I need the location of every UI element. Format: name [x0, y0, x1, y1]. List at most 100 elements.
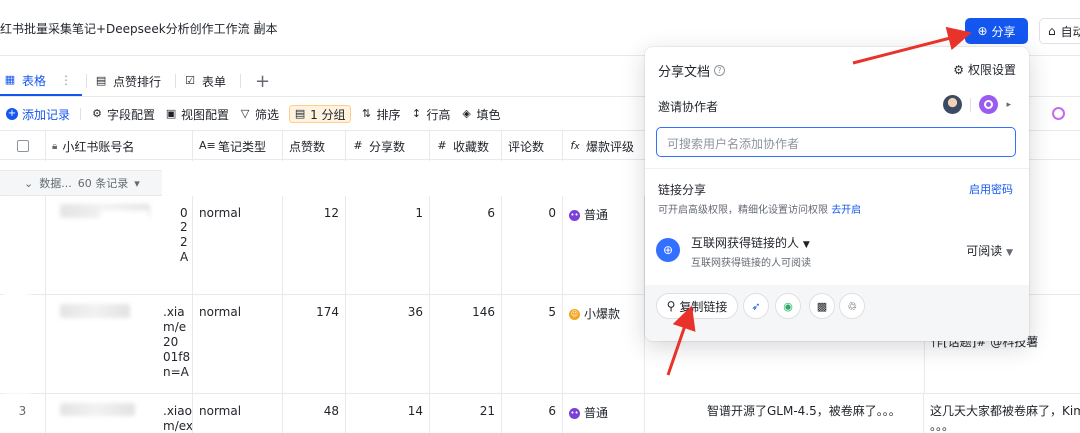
- cell-shares[interactable]: 36: [346, 295, 430, 393]
- globe-icon: ⊕: [656, 238, 680, 262]
- filter-button[interactable]: ▽ 筛选: [239, 106, 279, 123]
- cell-note-type[interactable]: normal: [193, 196, 283, 294]
- cell-comments[interactable]: 6: [502, 394, 563, 433]
- column-header-shares[interactable]: # 分享数: [346, 131, 430, 161]
- tab-grid[interactable]: ▦ 表格 ⋮: [0, 66, 83, 96]
- share-button[interactable]: ⊕ 分享: [965, 18, 1028, 44]
- select-all-checkbox[interactable]: [0, 131, 46, 161]
- column-header-note-type[interactable]: A≡ 笔记类型: [193, 131, 283, 161]
- table-icon: ▤: [95, 74, 107, 87]
- cell-rating[interactable]: •• 普通: [563, 394, 645, 433]
- help-icon[interactable]: ?: [714, 65, 726, 76]
- column-header-likes[interactable]: 点赞数: [283, 131, 346, 161]
- cell-comments[interactable]: 5: [502, 295, 563, 393]
- chevron-right-icon[interactable]: ▸: [1006, 100, 1011, 110]
- tab-divider: [86, 74, 88, 88]
- add-view-button[interactable]: +: [255, 71, 270, 92]
- caret-down-icon: ▾: [134, 176, 140, 190]
- cell-comments[interactable]: 0: [502, 196, 563, 294]
- table-row[interactable]: 3 .xiao m/ex normal 48 14 21 6 •• 普通 智谱开源…: [0, 394, 1080, 433]
- qr-code-icon[interactable]: ▩: [809, 293, 835, 319]
- cell-rating[interactable]: ☺ 小爆款: [563, 295, 645, 393]
- field-config-button[interactable]: ⚙ 字段配置: [91, 106, 155, 123]
- cell-account[interactable]: .xia m/e 20 01f8 n=A: [46, 295, 193, 393]
- view-tabs: ▦ 表格 ⋮ ▤ 点赞排行 ☑ 表单 +: [0, 66, 270, 96]
- enable-password-link[interactable]: 启用密码: [969, 181, 1013, 197]
- go-enable-link[interactable]: 去开启: [831, 205, 861, 216]
- toolbar: + 添加记录 ⚙ 字段配置 ▣ 视图配置 ▽ 筛选 ▤ 1 分组 ⇅ 排序 ↕ …: [6, 104, 501, 124]
- divider: [80, 108, 82, 120]
- robot-icon: ⌂: [1048, 24, 1056, 38]
- cell-likes[interactable]: 174: [283, 295, 346, 393]
- cell-favorites[interactable]: 146: [430, 295, 502, 393]
- row-height-button[interactable]: ↕ 行高: [411, 106, 451, 123]
- permission-settings-button[interactable]: ⚙ 权限设置: [953, 61, 1016, 78]
- tab-likes-ranking[interactable]: ▤ 点赞排行: [91, 66, 171, 96]
- redaction-mask: [100, 210, 150, 230]
- cell-favorites[interactable]: 21: [430, 394, 502, 433]
- plus-icon: +: [6, 108, 18, 120]
- link-icon: ⚲: [666, 299, 676, 313]
- cell-account[interactable]: .xiao m/ex: [46, 394, 193, 433]
- add-record-button[interactable]: + 添加记录: [6, 106, 70, 123]
- cell-likes[interactable]: 12: [283, 196, 346, 294]
- lock-icon: 🔒︎: [52, 140, 58, 152]
- form-icon: ☑: [185, 74, 195, 87]
- redacted-account: [60, 403, 135, 416]
- group-header-row[interactable]: ⌄ 数据... 60 条记录 ▾: [0, 170, 162, 196]
- sort-icon: ⇅: [361, 107, 372, 120]
- fill-color-button[interactable]: ◈ 填色: [461, 106, 500, 123]
- paint-bucket-icon: ◈: [462, 107, 471, 120]
- access-level-dropdown[interactable]: 可阅读 ▼: [966, 242, 1013, 259]
- collaborator-avatars[interactable]: ▸: [943, 95, 1011, 114]
- avatar[interactable]: [943, 95, 963, 114]
- tab-divider: [240, 74, 242, 88]
- more-share-icon[interactable]: ♲: [839, 293, 865, 319]
- cell-shares[interactable]: 14: [346, 394, 430, 433]
- divider: [645, 168, 1029, 169]
- wechat-icon[interactable]: ◉: [775, 293, 801, 319]
- caret-down-icon: ▼: [1006, 248, 1013, 258]
- number-icon: #: [437, 139, 447, 152]
- share-popup-title: 分享文档 ?: [658, 61, 726, 80]
- cell-likes[interactable]: 48: [283, 394, 346, 433]
- rating-icon: ••: [569, 210, 580, 221]
- copy-link-button[interactable]: ⚲ 复制链接: [656, 293, 738, 319]
- more-icon[interactable]: ⋮: [60, 73, 72, 87]
- row-index: 3: [0, 394, 46, 433]
- view-config-button[interactable]: ▣ 视图配置: [165, 106, 229, 123]
- rating-icon: ☺: [569, 309, 580, 320]
- cell-favorites[interactable]: 6: [430, 196, 502, 294]
- filter-icon: ▽: [240, 107, 250, 120]
- tab-form[interactable]: ☑ 表单: [180, 66, 236, 96]
- redacted-account: [60, 304, 130, 318]
- link-access-dropdown[interactable]: 互联网获得链接的人 ▼: [691, 234, 810, 251]
- rating-icon: ••: [569, 408, 580, 419]
- tab-divider: [175, 74, 177, 88]
- link-share-title: 链接分享: [658, 183, 707, 197]
- pin-icon[interactable]: ⊥: [254, 18, 264, 32]
- cell-note-type[interactable]: normal: [193, 295, 283, 393]
- assistant-icon[interactable]: [1052, 107, 1065, 120]
- column-header-comments[interactable]: 评论数: [502, 131, 563, 161]
- row-height-icon: ↕: [411, 107, 422, 120]
- cell-rating[interactable]: •• 普通: [563, 196, 645, 294]
- document-title[interactable]: 红书批量采集笔记+Deepseek分析创作工作流 副本: [0, 20, 277, 37]
- invite-search-input[interactable]: 可搜索用户名添加协作者: [656, 127, 1016, 157]
- group-button[interactable]: ▤ 1 分组: [289, 105, 351, 123]
- page: 红书批量采集笔记+Deepseek分析创作工作流 副本 ⊥ ⊕ 分享 ⌂ 自动 …: [0, 0, 1080, 433]
- sort-button[interactable]: ⇅ 排序: [361, 106, 401, 123]
- column-header-rating[interactable]: fx 爆款评级: [563, 131, 645, 161]
- avatar[interactable]: [979, 95, 999, 114]
- text-field-icon: A≡: [199, 139, 216, 152]
- lark-share-icon[interactable]: ➶: [743, 293, 769, 319]
- chevron-down-icon: ⌄: [24, 176, 34, 190]
- cell-note-type[interactable]: normal: [193, 394, 283, 433]
- cell-topics[interactable]: 这几天大家都被卷麻了，Kimi、 。。。: [924, 394, 1080, 433]
- column-header-account[interactable]: 🔒︎ 小红书账号名: [46, 131, 193, 161]
- column-header-favorites[interactable]: # 收藏数: [430, 131, 502, 161]
- automation-button[interactable]: ⌂ 自动: [1039, 18, 1080, 44]
- cell-title[interactable]: 智谱开源了GLM-4.5，被卷麻了。。。: [645, 394, 924, 433]
- cell-shares[interactable]: 1: [346, 196, 430, 294]
- redaction-mask: [4, 200, 30, 395]
